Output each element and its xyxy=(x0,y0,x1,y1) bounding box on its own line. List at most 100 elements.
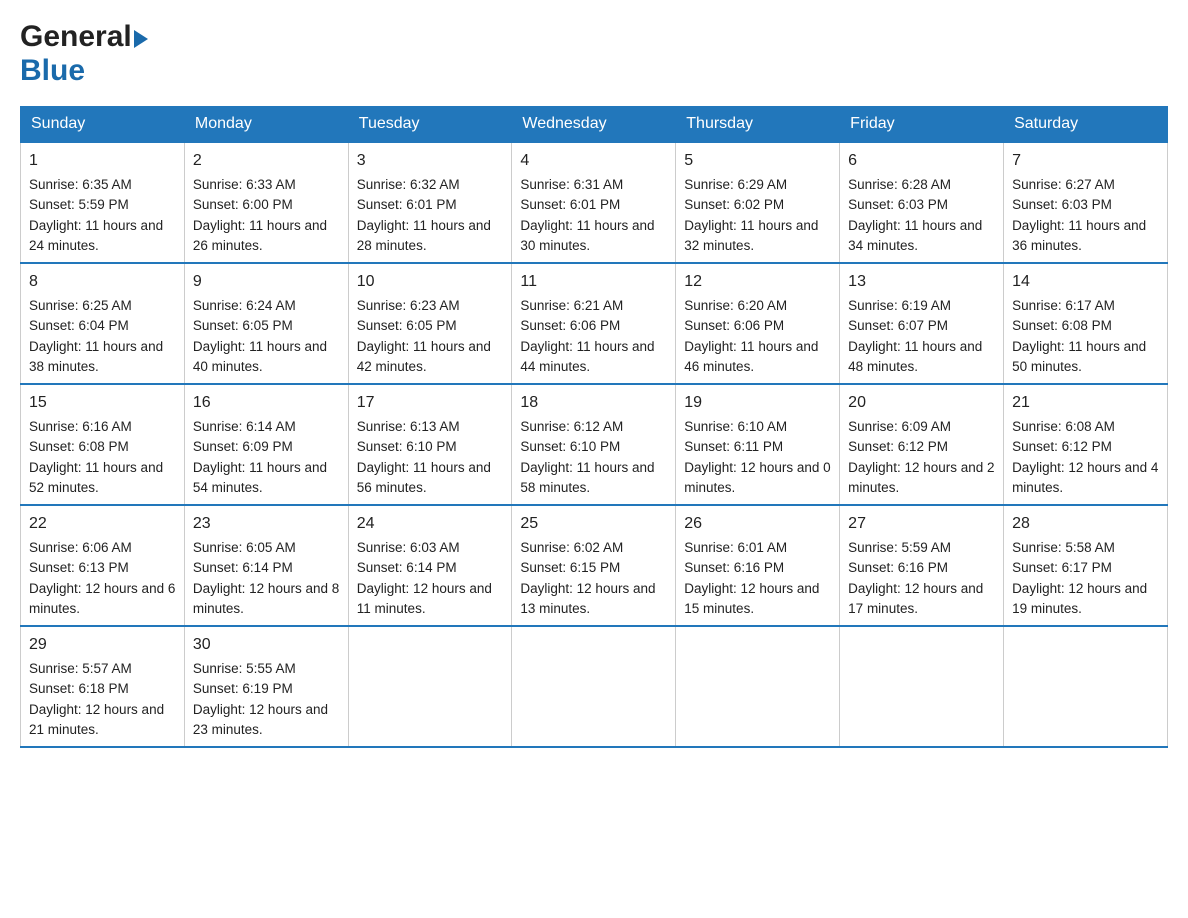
day-cell-23: 23Sunrise: 6:05 AMSunset: 6:14 PMDayligh… xyxy=(184,505,348,626)
day-number: 15 xyxy=(29,391,176,415)
day-cell-5: 5Sunrise: 6:29 AMSunset: 6:02 PMDaylight… xyxy=(676,142,840,263)
col-header-saturday: Saturday xyxy=(1004,107,1168,143)
daylight-text: Daylight: 12 hours and 19 minutes. xyxy=(1012,579,1159,620)
logo-general-text: General xyxy=(20,20,132,54)
sunset-text: Sunset: 6:06 PM xyxy=(520,316,667,336)
daylight-text: Daylight: 12 hours and 23 minutes. xyxy=(193,700,340,741)
day-cell-9: 9Sunrise: 6:24 AMSunset: 6:05 PMDaylight… xyxy=(184,263,348,384)
empty-cell xyxy=(840,626,1004,747)
day-number: 22 xyxy=(29,512,176,536)
day-cell-28: 28Sunrise: 5:58 AMSunset: 6:17 PMDayligh… xyxy=(1004,505,1168,626)
day-cell-7: 7Sunrise: 6:27 AMSunset: 6:03 PMDaylight… xyxy=(1004,142,1168,263)
day-number: 17 xyxy=(357,391,504,415)
day-number: 5 xyxy=(684,149,831,173)
daylight-text: Daylight: 11 hours and 32 minutes. xyxy=(684,216,831,257)
page-header: General Blue xyxy=(20,20,1168,88)
day-number: 26 xyxy=(684,512,831,536)
day-number: 28 xyxy=(1012,512,1159,536)
daylight-text: Daylight: 11 hours and 46 minutes. xyxy=(684,337,831,378)
empty-cell xyxy=(1004,626,1168,747)
sunrise-text: Sunrise: 6:29 AM xyxy=(684,175,831,195)
logo-blue-text: Blue xyxy=(20,54,85,88)
daylight-text: Daylight: 11 hours and 24 minutes. xyxy=(29,216,176,257)
sunrise-text: Sunrise: 6:06 AM xyxy=(29,538,176,558)
day-number: 13 xyxy=(848,270,995,294)
daylight-text: Daylight: 11 hours and 28 minutes. xyxy=(357,216,504,257)
daylight-text: Daylight: 11 hours and 30 minutes. xyxy=(520,216,667,257)
day-cell-22: 22Sunrise: 6:06 AMSunset: 6:13 PMDayligh… xyxy=(21,505,185,626)
day-number: 10 xyxy=(357,270,504,294)
day-number: 19 xyxy=(684,391,831,415)
sunset-text: Sunset: 6:10 PM xyxy=(357,437,504,457)
sunrise-text: Sunrise: 6:09 AM xyxy=(848,417,995,437)
day-cell-25: 25Sunrise: 6:02 AMSunset: 6:15 PMDayligh… xyxy=(512,505,676,626)
day-number: 9 xyxy=(193,270,340,294)
day-cell-14: 14Sunrise: 6:17 AMSunset: 6:08 PMDayligh… xyxy=(1004,263,1168,384)
sunrise-text: Sunrise: 6:21 AM xyxy=(520,296,667,316)
day-number: 12 xyxy=(684,270,831,294)
sunrise-text: Sunrise: 6:33 AM xyxy=(193,175,340,195)
daylight-text: Daylight: 12 hours and 8 minutes. xyxy=(193,579,340,620)
sunset-text: Sunset: 6:16 PM xyxy=(684,558,831,578)
week-row-2: 8Sunrise: 6:25 AMSunset: 6:04 PMDaylight… xyxy=(21,263,1168,384)
sunset-text: Sunset: 6:12 PM xyxy=(1012,437,1159,457)
sunrise-text: Sunrise: 6:24 AM xyxy=(193,296,340,316)
week-row-5: 29Sunrise: 5:57 AMSunset: 6:18 PMDayligh… xyxy=(21,626,1168,747)
sunrise-text: Sunrise: 6:03 AM xyxy=(357,538,504,558)
sunset-text: Sunset: 6:05 PM xyxy=(193,316,340,336)
sunrise-text: Sunrise: 6:16 AM xyxy=(29,417,176,437)
sunset-text: Sunset: 6:01 PM xyxy=(357,195,504,215)
day-number: 2 xyxy=(193,149,340,173)
sunset-text: Sunset: 6:14 PM xyxy=(357,558,504,578)
day-number: 4 xyxy=(520,149,667,173)
sunset-text: Sunset: 6:02 PM xyxy=(684,195,831,215)
week-row-1: 1Sunrise: 6:35 AMSunset: 5:59 PMDaylight… xyxy=(21,142,1168,263)
sunrise-text: Sunrise: 5:57 AM xyxy=(29,659,176,679)
sunset-text: Sunset: 6:15 PM xyxy=(520,558,667,578)
sunrise-text: Sunrise: 6:14 AM xyxy=(193,417,340,437)
sunset-text: Sunset: 6:06 PM xyxy=(684,316,831,336)
daylight-text: Daylight: 11 hours and 56 minutes. xyxy=(357,458,504,499)
sunset-text: Sunset: 6:03 PM xyxy=(848,195,995,215)
col-header-tuesday: Tuesday xyxy=(348,107,512,143)
day-number: 6 xyxy=(848,149,995,173)
daylight-text: Daylight: 11 hours and 42 minutes. xyxy=(357,337,504,378)
day-number: 24 xyxy=(357,512,504,536)
day-cell-2: 2Sunrise: 6:33 AMSunset: 6:00 PMDaylight… xyxy=(184,142,348,263)
sunrise-text: Sunrise: 6:25 AM xyxy=(29,296,176,316)
day-cell-15: 15Sunrise: 6:16 AMSunset: 6:08 PMDayligh… xyxy=(21,384,185,505)
sunrise-text: Sunrise: 6:10 AM xyxy=(684,417,831,437)
sunrise-text: Sunrise: 6:17 AM xyxy=(1012,296,1159,316)
daylight-text: Daylight: 11 hours and 52 minutes. xyxy=(29,458,176,499)
day-cell-4: 4Sunrise: 6:31 AMSunset: 6:01 PMDaylight… xyxy=(512,142,676,263)
day-cell-16: 16Sunrise: 6:14 AMSunset: 6:09 PMDayligh… xyxy=(184,384,348,505)
col-header-sunday: Sunday xyxy=(21,107,185,143)
sunset-text: Sunset: 6:10 PM xyxy=(520,437,667,457)
day-number: 14 xyxy=(1012,270,1159,294)
sunrise-text: Sunrise: 6:01 AM xyxy=(684,538,831,558)
day-number: 23 xyxy=(193,512,340,536)
logo-arrow-icon xyxy=(134,30,148,48)
sunset-text: Sunset: 6:14 PM xyxy=(193,558,340,578)
daylight-text: Daylight: 12 hours and 0 minutes. xyxy=(684,458,831,499)
sunrise-text: Sunrise: 6:31 AM xyxy=(520,175,667,195)
sunrise-text: Sunrise: 6:02 AM xyxy=(520,538,667,558)
day-number: 16 xyxy=(193,391,340,415)
sunset-text: Sunset: 6:03 PM xyxy=(1012,195,1159,215)
sunset-text: Sunset: 6:13 PM xyxy=(29,558,176,578)
sunset-text: Sunset: 6:01 PM xyxy=(520,195,667,215)
sunset-text: Sunset: 6:16 PM xyxy=(848,558,995,578)
empty-cell xyxy=(512,626,676,747)
sunset-text: Sunset: 6:05 PM xyxy=(357,316,504,336)
sunset-text: Sunset: 6:18 PM xyxy=(29,679,176,699)
week-row-4: 22Sunrise: 6:06 AMSunset: 6:13 PM Dayligh… xyxy=(21,505,1168,626)
sunrise-text: Sunrise: 6:35 AM xyxy=(29,175,176,195)
daylight-text: Daylight: 12 hours and 11 minutes. xyxy=(357,579,504,620)
day-cell-10: 10Sunrise: 6:23 AMSunset: 6:05 PMDayligh… xyxy=(348,263,512,384)
calendar-table: SundayMondayTuesdayWednesdayThursdayFrid… xyxy=(20,106,1168,748)
sunset-text: Sunset: 6:17 PM xyxy=(1012,558,1159,578)
col-header-wednesday: Wednesday xyxy=(512,107,676,143)
day-number: 21 xyxy=(1012,391,1159,415)
sunset-text: Sunset: 6:07 PM xyxy=(848,316,995,336)
day-cell-6: 6Sunrise: 6:28 AMSunset: 6:03 PMDaylight… xyxy=(840,142,1004,263)
